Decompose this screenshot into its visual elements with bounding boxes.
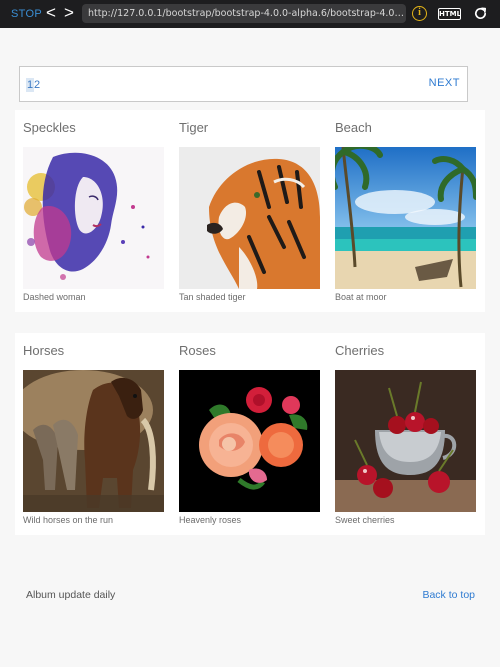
item-title: Speckles (23, 120, 76, 135)
next-page-link[interactable]: NEXT (429, 77, 460, 89)
cherries-silver-bowl-image[interactable] (335, 370, 476, 512)
item-caption: Sweet cherries (335, 515, 395, 525)
item-title: Cherries (335, 343, 385, 358)
pagination-bar: 1 2 NEXT (19, 66, 468, 102)
back-to-top-link[interactable]: Back to top (422, 589, 475, 601)
forward-button[interactable]: > (64, 4, 74, 21)
tiger-profile-image[interactable] (179, 147, 320, 289)
browser-toolbar: STOP < > http://127.0.0.1/bootstrap/boot… (0, 0, 500, 28)
page-link-2[interactable]: 2 (34, 78, 40, 92)
gallery-row-2: Horses Wild horses on the run Roses Heav… (15, 333, 485, 535)
html-view-button[interactable]: HTML (438, 8, 461, 20)
footer-note: Album update daily (26, 589, 116, 601)
reload-icon[interactable] (473, 6, 488, 21)
item-caption: Dashed woman (23, 292, 86, 302)
stop-button[interactable]: STOP (11, 8, 42, 20)
address-bar[interactable]: http://127.0.0.1/bootstrap/bootstrap-4.0… (82, 4, 406, 23)
item-title: Tiger (179, 120, 209, 135)
running-horses-image[interactable] (23, 370, 164, 512)
tropical-beach-boat-image[interactable] (335, 147, 476, 289)
item-caption: Wild horses on the run (23, 515, 114, 525)
item-caption: Heavenly roses (179, 515, 242, 525)
item-caption: Tan shaded tiger (179, 292, 246, 302)
item-title: Horses (23, 343, 65, 358)
page-link-1[interactable]: 1 (26, 78, 35, 92)
item-title: Beach (335, 120, 372, 135)
gallery-row-1: Speckles Dashed woman Tiger Tan shaded t… (15, 110, 485, 312)
back-button[interactable]: < (46, 4, 56, 21)
pink-red-roses-image[interactable] (179, 370, 320, 512)
item-caption: Boat at moor (335, 292, 387, 302)
info-icon[interactable]: i (412, 6, 427, 21)
item-title: Roses (179, 343, 216, 358)
woman-splash-portrait-image[interactable] (23, 147, 164, 289)
